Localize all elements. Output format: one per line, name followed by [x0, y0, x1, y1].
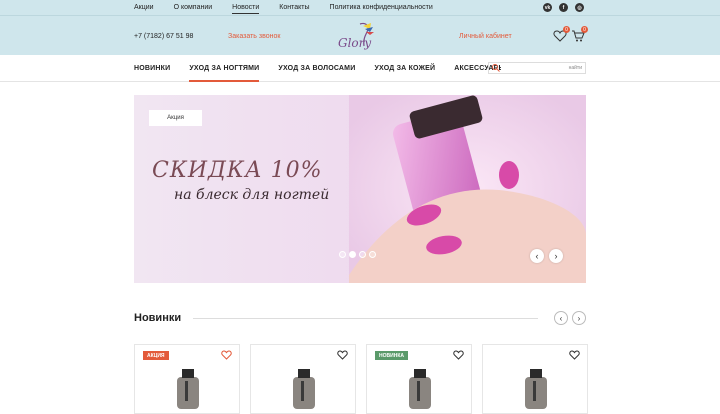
product-image [409, 369, 431, 409]
top-nav: Акции О компании Новости Контакты Полити… [134, 0, 453, 15]
slider-dot[interactable] [369, 251, 376, 258]
slider-dot[interactable] [349, 251, 356, 258]
top-link-news[interactable]: Новости [232, 0, 260, 15]
carousel-next-button[interactable]: › [572, 311, 586, 325]
slider-prev-button[interactable]: ‹ [530, 249, 544, 263]
product-image [525, 369, 547, 409]
logo-text: Glory [338, 36, 371, 50]
new-badge: НОВИНКА [375, 351, 408, 360]
product-card[interactable] [250, 344, 356, 414]
logo[interactable]: Glory [330, 20, 380, 54]
logo-mark: Glory [338, 22, 374, 50]
chevron-left-icon: ‹ [535, 251, 539, 261]
instagram-icon[interactable]: ◎ [575, 3, 584, 12]
vk-icon[interactable]: vk [543, 3, 552, 12]
sale-badge: АКЦИЯ [143, 351, 169, 360]
cart-count: 0 [581, 26, 588, 33]
chevron-right-icon: › [577, 313, 581, 323]
product-card[interactable]: АКЦИЯ [134, 344, 240, 414]
slider-next-button[interactable]: › [549, 249, 563, 263]
heart-icon[interactable] [453, 350, 464, 360]
hero-subtitle: на блеск для ногтей [174, 187, 330, 203]
cart-icon[interactable]: 0 [571, 26, 588, 43]
nav-item-new[interactable]: НОВИНКИ [134, 55, 170, 82]
section-title: Новинки [134, 312, 182, 324]
top-bar: Акции О компании Новости Контакты Полити… [0, 0, 720, 15]
main-nav: НОВИНКИ УХОД ЗА НОГТЯМИ УХОД ЗА ВОЛОСАМИ… [0, 55, 720, 82]
search-icon [492, 64, 500, 72]
product-card[interactable]: НОВИНКА [366, 344, 472, 414]
account-link[interactable]: Личный кабинет [459, 33, 512, 40]
social-links: vk f ◎ [543, 3, 584, 12]
product-image [177, 369, 199, 409]
nav-item-nail-care[interactable]: УХОД ЗА НОГТЯМИ [189, 55, 260, 82]
chevron-left-icon: ‹ [559, 313, 563, 323]
new-products-header: Новинки ‹ › [134, 309, 586, 327]
slider-dot[interactable] [359, 251, 366, 258]
top-link-contacts[interactable]: Контакты [279, 0, 309, 15]
wishlist-icon[interactable]: 0 [553, 26, 570, 43]
top-link-privacy[interactable]: Политика конфиденциальности [330, 0, 433, 15]
heart-icon[interactable] [337, 350, 348, 360]
facebook-icon[interactable]: f [559, 3, 568, 12]
slider-dot[interactable] [339, 251, 346, 258]
search-box: найти [488, 62, 586, 74]
chevron-right-icon: › [554, 251, 558, 261]
header: +7 (7182) 67 51 98 Заказать звонок Glory… [0, 15, 720, 55]
wishlist-count: 0 [563, 26, 570, 33]
product-card[interactable] [482, 344, 588, 414]
slider-dots [339, 251, 376, 258]
divider [193, 317, 538, 319]
search-input[interactable] [501, 63, 566, 73]
callback-link[interactable]: Заказать звонок [228, 33, 280, 40]
promo-tag[interactable]: Акция [149, 110, 202, 126]
hero-title: СКИДКА 10% [152, 158, 323, 183]
search-button[interactable]: найти [566, 65, 585, 71]
top-link-about[interactable]: О компании [174, 0, 213, 15]
heart-icon[interactable] [569, 350, 580, 360]
top-link-promotions[interactable]: Акции [134, 0, 154, 15]
product-image [293, 369, 315, 409]
carousel-prev-button[interactable]: ‹ [554, 311, 568, 325]
heart-icon[interactable] [221, 350, 232, 360]
nav-item-hair-care[interactable]: УХОД ЗА ВОЛОСАМИ [278, 55, 355, 82]
hero-banner[interactable]: Акция СКИДКА 10% на блеск для ногтей ‹ › [134, 95, 586, 283]
product-list: АКЦИЯ НОВИНКА [134, 344, 588, 414]
phone-number[interactable]: +7 (7182) 67 51 98 [134, 33, 193, 40]
nav-item-skin-care[interactable]: УХОД ЗА КОЖЕЙ [374, 55, 435, 82]
